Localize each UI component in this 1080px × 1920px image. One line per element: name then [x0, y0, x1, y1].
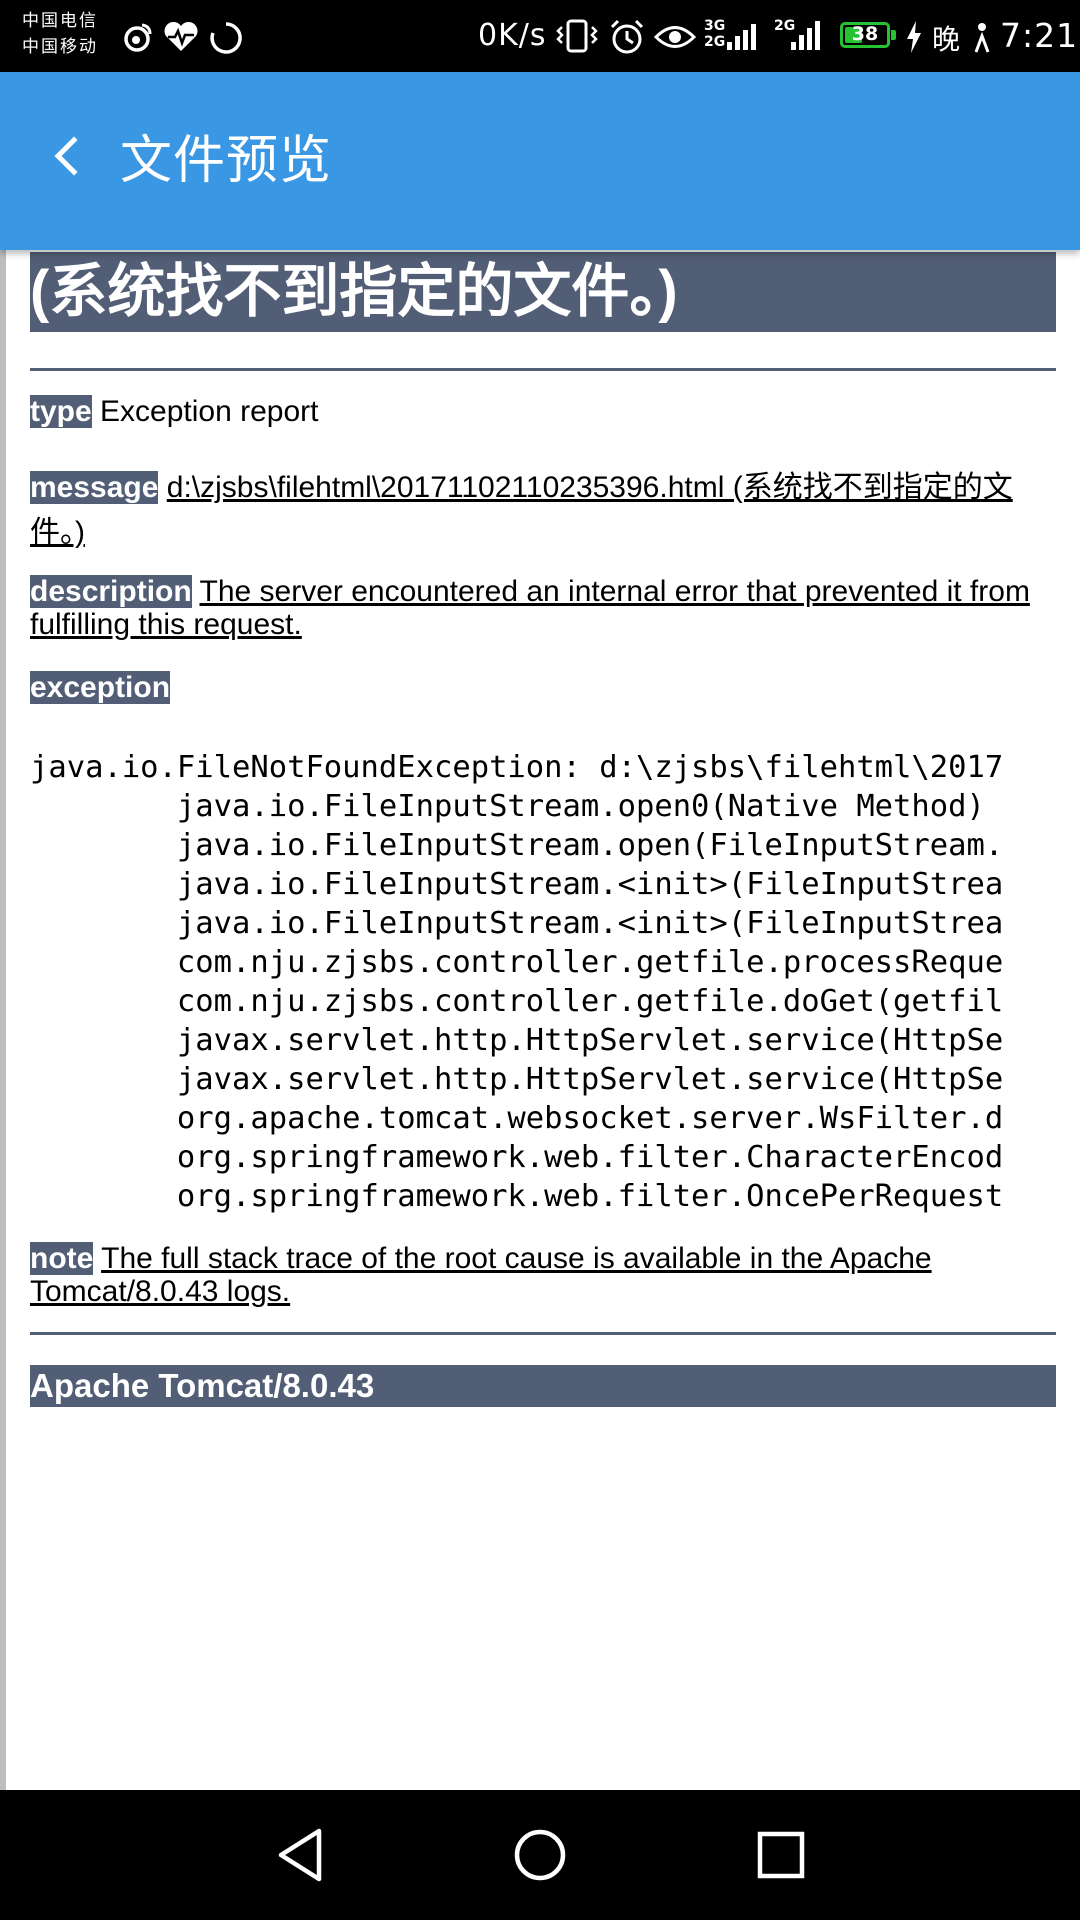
nav-home-button[interactable]: [505, 1820, 575, 1890]
stack-trace-line: java.io.FileInputStream.open(FileInputSt…: [30, 828, 1004, 863]
signal-bars-sim2-icon: [791, 21, 820, 50]
stack-trace-line: java.io.FileNotFoundException: d:\zjsbs\…: [30, 750, 1004, 785]
status-clock: 7:21: [1000, 16, 1079, 55]
location-person-icon: [974, 23, 990, 53]
carrier-2: 中国移动: [22, 37, 98, 57]
page-title: 文件预览: [120, 131, 333, 191]
stack-trace-line: org.springframework.web.filter.OncePerRe…: [30, 1179, 1004, 1214]
stack-trace-line: java.io.FileInputStream.<init>(FileInput…: [30, 906, 1004, 941]
stack-trace-line: javax.servlet.http.HttpServlet.service(H…: [30, 1062, 1004, 1097]
exception-label: exception: [30, 671, 171, 704]
stack-trace-line: com.nju.zjsbs.controller.getfile.process…: [30, 945, 1004, 980]
stack-trace: java.io.FileNotFoundException: d:\zjsbs\…: [30, 748, 1080, 1216]
divider-top: [30, 368, 1056, 371]
network-3g-label: 3G 2G: [704, 18, 726, 50]
health-heart-icon: [164, 21, 198, 51]
vibrate-icon: [556, 19, 598, 53]
note-label: note: [30, 1242, 94, 1275]
loading-circle-icon: [210, 22, 242, 54]
alarm-clock-icon: [610, 19, 644, 54]
carrier-labels: 中国电信 中国移动: [22, 8, 98, 60]
divider-bottom: [30, 1332, 1056, 1335]
evening-label: 晚: [932, 23, 961, 56]
back-button[interactable]: [34, 124, 98, 188]
battery-level: 38: [851, 23, 879, 45]
error-heading: (系统找不到指定的文件。): [30, 252, 1056, 332]
network-speed: 0K/s: [478, 18, 547, 53]
circle-home-icon: [514, 1829, 566, 1881]
server-footer: Apache Tomcat/8.0.43: [30, 1365, 1056, 1407]
stack-trace-line: javax.servlet.http.HttpServlet.service(H…: [30, 1023, 1004, 1058]
square-recents-icon: [757, 1831, 805, 1879]
error-page: (系统找不到指定的文件。) type Exception report mess…: [30, 250, 1056, 1407]
stack-trace-line: java.io.FileInputStream.open0(Native Met…: [30, 789, 985, 824]
weibo-icon: [124, 23, 152, 52]
signal-bars-sim1-icon: [727, 24, 756, 50]
stack-trace-line: java.io.FileInputStream.<init>(FileInput…: [30, 867, 1004, 902]
exception-row: exception: [30, 671, 1056, 704]
stack-trace-line: org.apache.tomcat.websocket.server.WsFil…: [30, 1101, 1004, 1136]
stack-trace-line: com.nju.zjsbs.controller.getfile.doGet(g…: [30, 984, 1004, 1019]
navigation-bar: [0, 1790, 1080, 1920]
type-row: type Exception report: [30, 395, 1056, 428]
stack-trace-line: org.springframework.web.filter.Character…: [30, 1140, 1004, 1175]
charging-bolt-icon: [907, 21, 921, 53]
type-label: type: [30, 395, 92, 428]
note-row: note The full stack trace of the root ca…: [30, 1242, 1056, 1308]
message-label: message: [30, 471, 159, 504]
carrier-1: 中国电信: [22, 11, 98, 31]
message-value: d:\zjsbs\filehtml\20171102110235396.html…: [30, 471, 1013, 549]
triangle-back-icon: [278, 1828, 322, 1882]
type-value: Exception report: [100, 395, 319, 428]
message-row: message d:\zjsbs\filehtml\20171102110235…: [30, 465, 1056, 555]
eye-comfort-icon: [654, 26, 696, 48]
note-value: The full stack trace of the root cause i…: [30, 1242, 932, 1308]
app-bar: 文件预览: [0, 72, 1080, 250]
description-label: description: [30, 575, 192, 608]
battery-icon: 38: [840, 22, 890, 48]
nav-recents-button[interactable]: [746, 1820, 816, 1890]
nav-back-button[interactable]: [265, 1820, 335, 1890]
status-bar: 中国电信 中国移动 0K/s 3G 2G 2G 38 晚 7:21: [0, 0, 1080, 72]
chevron-left-icon: [54, 136, 78, 176]
description-row: description The server encountered an in…: [30, 575, 1056, 641]
webview[interactable]: (系统找不到指定的文件。) type Exception report mess…: [0, 250, 1080, 1790]
